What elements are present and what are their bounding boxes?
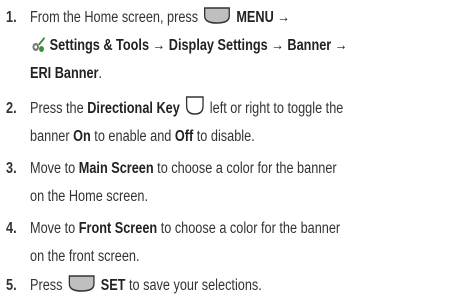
step-line: ERI Banner. (30, 60, 384, 88)
step-line: Press the Directional Key left or right … (30, 95, 384, 123)
off-label: Off (174, 128, 194, 145)
step-text: Press SET to save your selections. (30, 272, 384, 300)
step-text-part: Move to (30, 160, 76, 177)
step-text: Move to Front Screen to choose a color f… (30, 215, 384, 271)
step-line: on the front screen. (30, 243, 384, 271)
step-text-part: . (98, 65, 103, 82)
step-text-part: left or right to toggle the (209, 100, 344, 117)
step-line: on the Home screen. (30, 183, 384, 211)
step-line: Move to Main Screen to choose a color fo… (30, 155, 384, 183)
menu-key-icon (204, 7, 231, 24)
step-line: Settings & Tools → Display Settings → Ba… (30, 32, 384, 60)
step-number: 2. (6, 100, 17, 117)
settings-path: Settings & Tools → Display Settings → Ba… (49, 37, 348, 54)
step-number: 5. (6, 277, 17, 294)
step-number: 4. (6, 220, 17, 237)
step-text: Move to Main Screen to choose a color fo… (30, 155, 384, 211)
step-number: 1. (6, 9, 17, 26)
step-text-part: From the Home screen, press (30, 9, 199, 26)
step-line: From the Home screen, press MENU → (30, 4, 384, 32)
main-screen-label: Main Screen (78, 160, 154, 177)
step-text-part: Press the (30, 100, 84, 117)
step-line: Press SET to save your selections. (30, 272, 384, 300)
step-text: Press the Directional Key left or right … (30, 95, 384, 151)
step-text-part: to enable and (94, 128, 172, 145)
step-text-part: to disable. (196, 128, 255, 145)
step-text-part: to choose a color for the banner (157, 160, 337, 177)
directional-key-label: Directional Key (87, 100, 180, 117)
instructions-page: 1. From the Home screen, press MENU → Se… (0, 0, 467, 302)
on-label: On (73, 128, 91, 145)
set-label: SET (100, 277, 126, 294)
step-text-part: banner (30, 128, 70, 145)
step-line: banner On to enable and Off to disable. (30, 123, 384, 151)
eri-banner-label: ERI Banner (30, 65, 99, 82)
step-text-part: on the front screen. (30, 248, 140, 265)
step-text-part: on the Home screen. (30, 188, 148, 205)
step-text-part: Press (30, 277, 63, 294)
step-text-part: to save your selections. (128, 277, 262, 294)
menu-label: MENU → (236, 9, 291, 26)
step-number: 3. (6, 160, 17, 177)
directional-key-icon (185, 96, 204, 115)
settings-tools-icon (32, 37, 46, 52)
step-line: Move to Front Screen to choose a color f… (30, 215, 384, 243)
set-key-icon (68, 275, 95, 292)
step-text: From the Home screen, press MENU → Setti… (30, 4, 384, 88)
step-text-part: Move to (30, 220, 76, 237)
step-text-part: to choose a color for the banner (160, 220, 341, 237)
front-screen-label: Front Screen (78, 220, 158, 237)
